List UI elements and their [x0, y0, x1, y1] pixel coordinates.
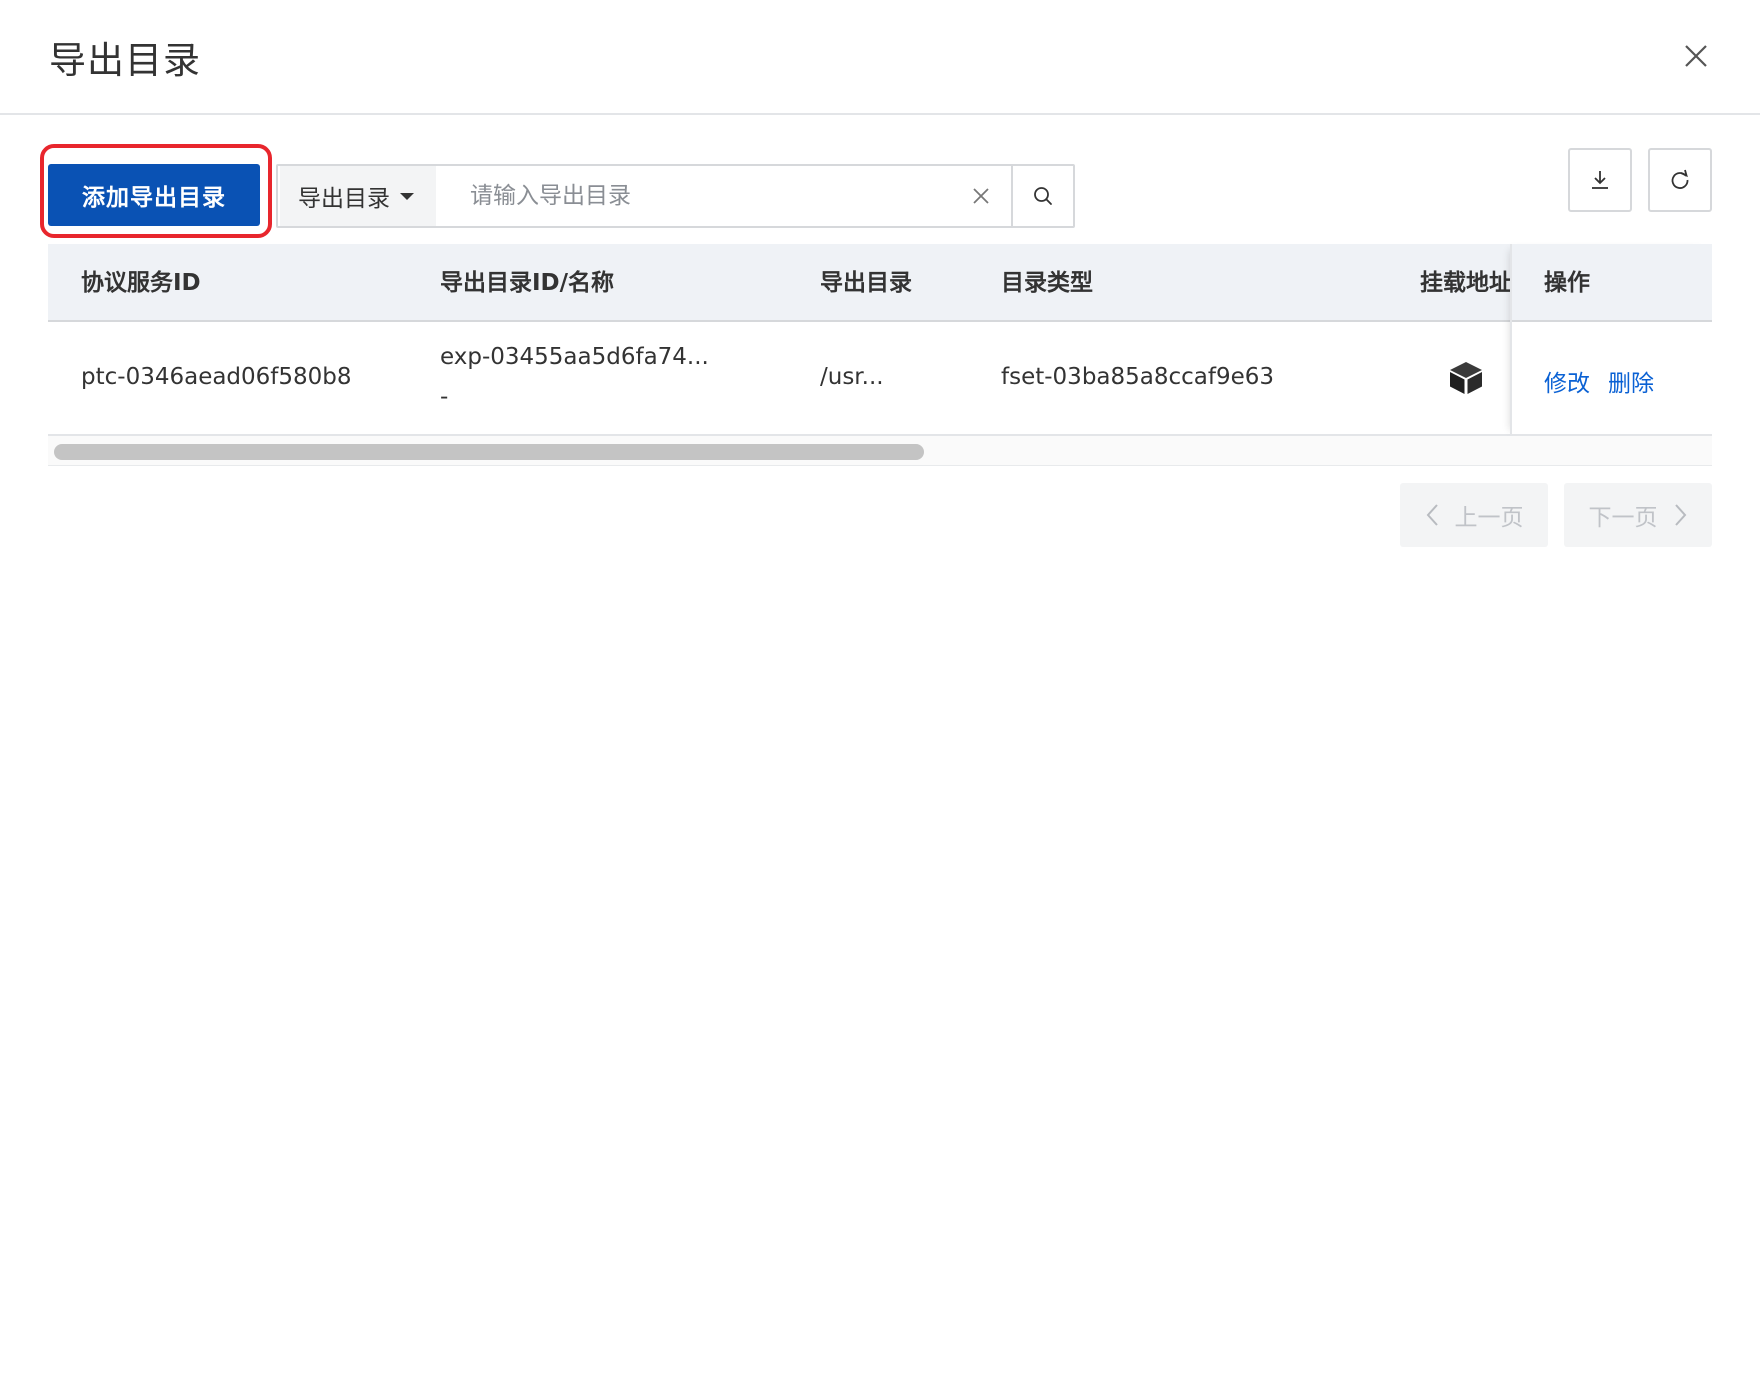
clear-icon	[973, 188, 989, 204]
download-icon	[1592, 171, 1608, 189]
search-input[interactable]	[436, 166, 951, 226]
delete-link[interactable]: 删除	[1608, 364, 1654, 398]
cell-export-name: -	[440, 384, 449, 410]
caret-down-icon	[400, 192, 414, 200]
chevron-right-icon	[1674, 504, 1686, 526]
column-header-export-id-name: 导出目录ID/名称	[440, 270, 615, 296]
scrollbar-thumb[interactable]	[54, 444, 924, 460]
export-directory-table: 协议服务ID 导出目录ID/名称 导出目录 目录类型 挂载地址 操作 ptc-0…	[48, 244, 1712, 436]
cell-directory-type: fset-03ba85a8ccaf9e63	[1001, 364, 1275, 390]
refresh-button[interactable]	[1648, 148, 1712, 212]
column-header-directory-type: 目录类型	[1001, 270, 1093, 296]
search-button[interactable]	[1011, 166, 1073, 226]
cell-protocol-service-id: ptc-0346aead06f580b8	[81, 364, 352, 390]
column-header-mount-address: 挂载地址	[1420, 270, 1512, 296]
edit-link[interactable]: 修改	[1544, 364, 1590, 398]
close-button[interactable]	[1676, 36, 1716, 76]
cell-export-id: exp-03455aa5d6fa74...	[440, 344, 709, 370]
dialog-header: 导出目录	[0, 0, 1760, 115]
next-page-button[interactable]: 下一页	[1564, 483, 1712, 547]
close-icon	[1685, 45, 1707, 67]
search-group: 导出目录	[276, 164, 1075, 228]
column-header-actions: 操作	[1544, 270, 1590, 296]
download-button[interactable]	[1568, 148, 1632, 212]
prev-page-label: 上一页	[1454, 505, 1524, 531]
add-export-directory-button[interactable]: 添加导出目录	[48, 164, 260, 226]
refresh-icon	[1671, 169, 1689, 189]
column-header-protocol-service-id: 协议服务ID	[81, 270, 201, 296]
search-field-select[interactable]: 导出目录	[280, 166, 436, 226]
column-header-export-path: 导出目录	[820, 270, 912, 296]
search-icon	[1034, 187, 1052, 205]
next-page-label: 下一页	[1588, 505, 1658, 531]
table-row: ptc-0346aead06f580b8 exp-03455aa5d6fa74.…	[48, 322, 1712, 436]
cell-export-path: /usr...	[820, 364, 884, 390]
prev-page-button[interactable]: 上一页	[1400, 483, 1548, 547]
clear-search-button[interactable]	[951, 166, 1011, 226]
table-header: 协议服务ID 导出目录ID/名称 导出目录 目录类型 挂载地址 操作	[48, 244, 1712, 322]
dialog-title: 导出目录	[49, 39, 201, 82]
cube-icon[interactable]	[1448, 360, 1484, 402]
horizontal-scrollbar[interactable]	[48, 436, 1712, 466]
chevron-left-icon	[1426, 504, 1438, 526]
search-field-select-label: 导出目录	[298, 186, 390, 212]
